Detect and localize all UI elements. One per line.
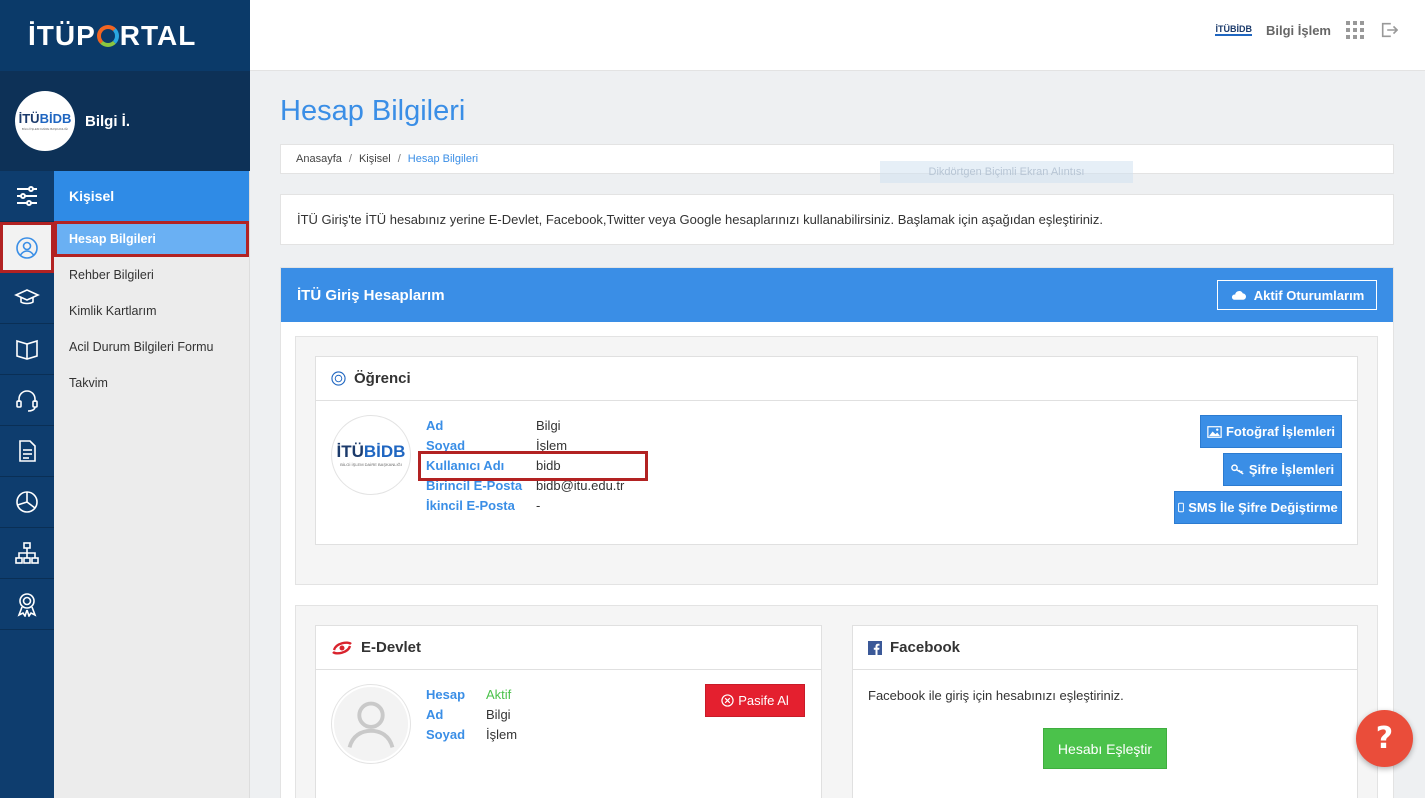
profile-name: Bilgi İ. bbox=[85, 112, 130, 130]
breadcrumb-kisisel[interactable]: Kişisel bbox=[359, 153, 391, 165]
facebook-card-header: Facebook bbox=[853, 626, 1357, 670]
org-chart-icon[interactable] bbox=[0, 528, 54, 579]
page-title: Hesap Bilgileri bbox=[280, 95, 466, 127]
edevlet-value-ad: Bilgi bbox=[486, 706, 511, 722]
edevlet-label-soyad: Soyad bbox=[426, 726, 466, 742]
field-value-ikincil-eposta: - bbox=[536, 497, 541, 513]
menu-item-acil-durum[interactable]: Acil Durum Bilgileri Formu bbox=[54, 329, 249, 365]
graduation-cap-icon[interactable] bbox=[0, 273, 54, 324]
breadcrumb-home[interactable]: Anasayfa bbox=[296, 153, 342, 165]
profile-avatar[interactable]: İTÜBİDB BİLGİ İŞLEM DAİRE BAŞKANLIĞI bbox=[15, 91, 75, 151]
photo-operations-button[interactable]: Fotoğraf İşlemleri bbox=[1200, 415, 1342, 448]
logo-ring-icon bbox=[96, 24, 119, 47]
edevlet-avatar bbox=[331, 684, 411, 764]
match-account-button[interactable]: Hesabı Eşleştir bbox=[1043, 728, 1167, 769]
profile-area: İTÜBİDB BİLGİ İŞLEM DAİRE BAŞKANLIĞI Bil… bbox=[0, 71, 250, 171]
breadcrumb-current: Hesap Bilgileri bbox=[407, 153, 479, 165]
active-sessions-button[interactable]: Aktif Oturumlarım bbox=[1217, 280, 1377, 310]
settings-sliders-icon[interactable] bbox=[0, 171, 54, 222]
user-circle-icon[interactable] bbox=[0, 222, 54, 273]
breadcrumb-separator: / bbox=[397, 153, 401, 165]
breadcrumb: Anasayfa / Kişisel / Hesap Bilgileri bbox=[280, 144, 1394, 174]
award-badge-icon[interactable] bbox=[0, 579, 54, 630]
menu-item-kimlik-kartlarim[interactable]: Kimlik Kartlarım bbox=[54, 293, 249, 329]
edevlet-logo-icon bbox=[332, 640, 352, 655]
help-button[interactable]: ? bbox=[1356, 710, 1413, 767]
edevlet-fields: Hesap Aktif Ad Bilgi Soyad İşlem bbox=[426, 684, 517, 744]
headset-support-icon[interactable] bbox=[0, 375, 54, 426]
edevlet-label-hesap: Hesap bbox=[426, 686, 466, 702]
edevlet-value-hesap: Aktif bbox=[486, 686, 512, 702]
org-mini-logo: İTÜBİDB bbox=[1215, 24, 1252, 36]
accounts-panel-header: İTÜ Giriş Hesaplarım Aktif Oturumlarım bbox=[281, 268, 1393, 322]
user-silhouette-icon bbox=[333, 686, 409, 762]
edevlet-card-header: E-Devlet bbox=[316, 626, 821, 670]
student-avatar-logo: İTÜBİDB BİLGİ İŞLEM DAİRE BAŞKANLIĞI bbox=[331, 415, 411, 495]
facebook-text: Facebook ile giriş için hesabınızı eşleş… bbox=[868, 688, 1124, 703]
image-icon bbox=[1207, 425, 1222, 438]
accounts-panel-title: İTÜ Giriş Hesaplarım bbox=[297, 286, 445, 304]
pie-chart-icon[interactable] bbox=[0, 477, 54, 528]
menu-item-hesap-bilgileri[interactable]: Hesap Bilgileri bbox=[54, 221, 249, 257]
field-label-ad: Ad bbox=[426, 417, 444, 433]
submenu-panel: Kişisel Hesap Bilgileri Rehber Bilgileri… bbox=[54, 171, 250, 798]
logout-icon[interactable] bbox=[1379, 20, 1399, 40]
cloud-icon bbox=[1231, 291, 1246, 300]
apps-grid-icon[interactable] bbox=[1345, 20, 1365, 40]
field-value-ad: Bilgi bbox=[536, 417, 561, 433]
book-icon[interactable] bbox=[0, 324, 54, 375]
edevlet-label-ad: Ad bbox=[426, 706, 444, 722]
top-user-name[interactable]: Bilgi İşlem bbox=[1266, 23, 1331, 38]
logo-bar[interactable]: İTÜP RTAL bbox=[0, 0, 250, 71]
menu-item-takvim[interactable]: Takvim bbox=[54, 365, 249, 401]
field-label-ikincil-eposta: İkincil E-Posta bbox=[426, 497, 515, 513]
key-icon bbox=[1231, 464, 1244, 475]
document-icon[interactable] bbox=[0, 426, 54, 477]
deactivate-button[interactable]: Pasife Al bbox=[705, 684, 805, 717]
username-highlight-box bbox=[418, 451, 648, 481]
itu-seal-icon bbox=[331, 371, 346, 386]
top-bar: İTÜBİDB Bilgi İşlem bbox=[250, 0, 1425, 71]
app-sidebar: İTÜP RTAL İTÜBİDB BİLGİ İŞLEM DAİRE BAŞKA… bbox=[0, 0, 250, 798]
edevlet-value-soyad: İşlem bbox=[486, 726, 518, 742]
breadcrumb-separator: / bbox=[348, 153, 352, 165]
mobile-phone-icon bbox=[1178, 502, 1185, 513]
student-card-header: Öğrenci bbox=[316, 357, 1357, 401]
submenu-header[interactable]: Kişisel bbox=[54, 171, 249, 221]
sms-password-change-button[interactable]: SMS İle Şifre Değiştirme bbox=[1174, 491, 1342, 524]
info-message: İTÜ Giriş'te İTÜ hesabınız yerine E-Devl… bbox=[280, 194, 1394, 245]
menu-item-rehber-bilgileri[interactable]: Rehber Bilgileri bbox=[54, 257, 249, 293]
facebook-icon bbox=[868, 640, 882, 655]
times-circle-icon bbox=[721, 694, 734, 707]
snipping-overlay-label: Dikdörtgen Biçimli Ekran Alıntısı bbox=[880, 161, 1133, 183]
portal-logo[interactable]: İTÜP RTAL bbox=[28, 20, 196, 52]
facebook-card: Facebook Facebook ile giriş için hesabın… bbox=[852, 625, 1358, 798]
module-icon-column bbox=[0, 171, 54, 798]
password-operations-button[interactable]: Şifre İşlemleri bbox=[1223, 453, 1342, 486]
